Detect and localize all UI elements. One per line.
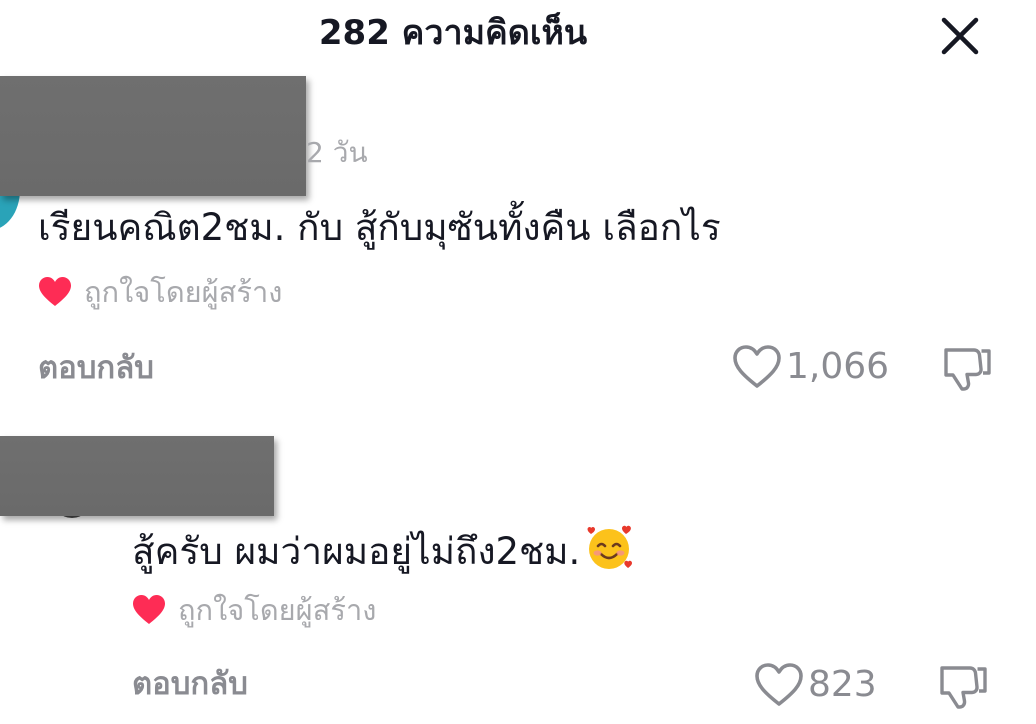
- heart-outline-icon: [733, 345, 781, 388]
- comment-text-content: สู้ครับ ผมว่าผมอยู่ไม่ถึง2ชม.: [132, 530, 581, 573]
- reply-button[interactable]: ตอบกลับ: [38, 348, 154, 388]
- like-count: 823: [808, 664, 877, 705]
- smiling-face-with-hearts-emoji: [587, 525, 633, 569]
- heart-icon: [39, 277, 71, 306]
- comment-text: สู้ครับ ผมว่าผมอยู่ไม่ถึง2ชม.: [132, 522, 634, 576]
- thumbs-down-icon: [940, 666, 987, 709]
- heart-icon: [133, 595, 165, 624]
- comments-count-title: 282 ความคิดเห็น: [318, 13, 588, 53]
- close-button[interactable]: [938, 14, 982, 58]
- liked-by-creator: ถูกใจโดยผู้สร้าง: [132, 590, 376, 630]
- reply-button[interactable]: ตอบกลับ: [132, 664, 248, 704]
- liked-by-creator: ถูกใจโดยผู้สร้าง: [38, 272, 282, 312]
- comment-text: เรียนคณิต2ชม. กับ สู้กับมุซันทั้งคืน เลื…: [38, 206, 721, 249]
- close-icon: [941, 17, 979, 55]
- dislike-button[interactable]: [940, 342, 992, 394]
- redacted-username: [0, 436, 274, 516]
- heart-outline-icon: [755, 663, 803, 706]
- like-button[interactable]: 823: [754, 660, 877, 710]
- redacted-username: [0, 76, 306, 196]
- dislike-button[interactable]: [936, 660, 988, 712]
- like-count: 1,066: [786, 346, 890, 387]
- like-button[interactable]: 1,066: [732, 342, 889, 392]
- liked-by-creator-label: ถูกใจโดยผู้สร้าง: [84, 275, 283, 309]
- liked-by-creator-label: ถูกใจโดยผู้สร้าง: [178, 593, 377, 627]
- comment-timestamp: 2 วัน: [306, 136, 368, 169]
- thumbs-down-icon: [944, 348, 991, 391]
